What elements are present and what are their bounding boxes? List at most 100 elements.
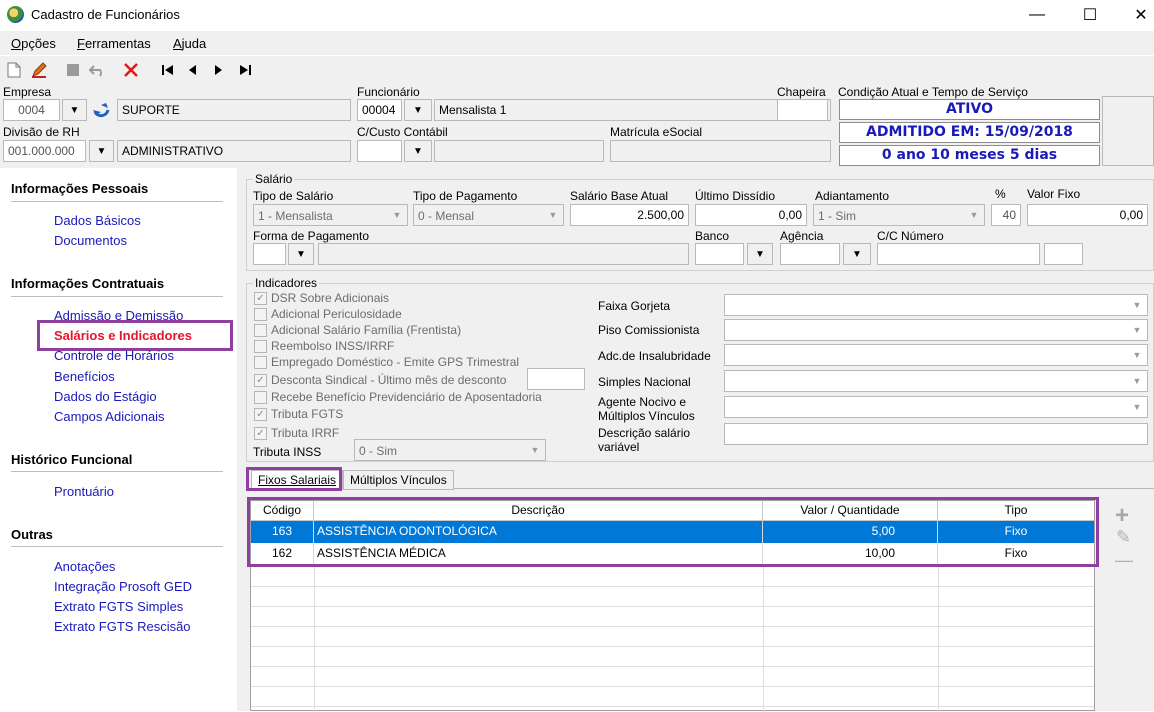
sidebar-item-salarios-indicadores[interactable]: Salários e Indicadores <box>54 328 192 343</box>
checkbox-dsr[interactable]: ✓ <box>254 292 267 305</box>
ccusto-input[interactable] <box>357 140 402 162</box>
sidebar-item-extrato-fgts-simples[interactable]: Extrato FGTS Simples <box>54 599 183 614</box>
cc-digito-input[interactable] <box>1044 243 1083 265</box>
piso-comissionista-label: Piso Comissionista <box>598 323 700 337</box>
checkbox-periculosidade[interactable] <box>254 308 267 321</box>
chevron-down-icon: ▼ <box>548 210 558 220</box>
descricao-salario-label-2: variável <box>598 440 640 454</box>
indicadores-group-title: Indicadores <box>253 276 320 290</box>
tipo-pagamento-label: Tipo de Pagamento <box>413 189 518 203</box>
pct-label: % <box>995 187 1006 201</box>
forma-pagamento-dropdown-button[interactable]: ▼ <box>288 243 314 265</box>
menu-ferramentas-label: erramentas <box>84 36 151 51</box>
divisao-dropdown-button[interactable]: ▼ <box>89 140 114 162</box>
empresa-dropdown-button[interactable]: ▼ <box>62 99 87 121</box>
valor-fixo-label: Valor Fixo <box>1027 187 1081 201</box>
sidebar-item-dados-estagio[interactable]: Dados do Estágio <box>54 389 157 404</box>
last-record-icon[interactable] <box>235 60 255 80</box>
empty-row <box>251 647 1094 667</box>
checkbox-reembolso[interactable] <box>254 340 267 353</box>
chapeira-input[interactable] <box>777 99 828 121</box>
cc-numero-input[interactable] <box>877 243 1040 265</box>
tipo-pagamento-select[interactable]: 0 - Mensal ▼ <box>413 204 564 226</box>
checkbox-empregado-domestico[interactable] <box>254 356 267 369</box>
sidebar-item-controle-horarios[interactable]: Controle de Horários <box>54 348 174 363</box>
delete-icon[interactable] <box>121 60 141 80</box>
checkbox-tributa-irrf[interactable]: ✓ <box>254 427 267 440</box>
checkbox-salario-familia-label: Adicional Salário Família (Frentista) <box>271 323 462 337</box>
sidebar-item-integracao-ged[interactable]: Integração Prosoft GED <box>54 579 192 594</box>
tipo-pagamento-value: 0 - Mensal <box>418 209 475 223</box>
funcionario-dropdown-button[interactable]: ▼ <box>404 99 432 121</box>
cc-label: C/C Número <box>877 229 944 243</box>
undo-icon[interactable] <box>88 60 108 80</box>
window-title: Cadastro de Funcionários <box>31 7 180 22</box>
empresa-code-input[interactable]: 0004 <box>3 99 60 121</box>
adiantamento-select[interactable]: 1 - Sim ▼ <box>813 204 985 226</box>
first-record-icon[interactable] <box>158 60 178 80</box>
banco-dropdown-button[interactable]: ▼ <box>747 243 773 265</box>
insalubridade-select[interactable]: ▼ <box>724 344 1148 366</box>
salario-base-input[interactable]: 2.500,00 <box>570 204 689 226</box>
banco-input[interactable] <box>695 243 744 265</box>
agencia-dropdown-button[interactable]: ▼ <box>843 243 871 265</box>
checkbox-tributa-fgts[interactable]: ✓ <box>254 408 267 421</box>
edit-icon[interactable]: ✎ <box>1116 527 1131 548</box>
sidebar-item-beneficios[interactable]: Benefícios <box>54 369 115 384</box>
agente-nocivo-select[interactable]: ▼ <box>724 396 1148 418</box>
previous-record-icon[interactable] <box>183 60 203 80</box>
forma-pagamento-input[interactable] <box>253 243 286 265</box>
tab-multiplos-vinculos[interactable]: Múltiplos Vínculos <box>343 470 454 490</box>
add-icon[interactable]: + <box>1115 502 1129 530</box>
simples-nacional-select[interactable]: ▼ <box>724 370 1148 392</box>
menu-opcoes[interactable]: Opções <box>11 36 56 51</box>
checkbox-salario-familia[interactable] <box>254 324 267 337</box>
banco-label: Banco <box>695 229 730 243</box>
chevron-down-icon: ▼ <box>1132 376 1142 386</box>
funcionario-code-input[interactable]: 00004 <box>357 99 402 121</box>
tipo-salario-label: Tipo de Salário <box>253 189 334 203</box>
empresa-label: Empresa <box>3 85 52 99</box>
menu-ajuda[interactable]: Ajuda <box>173 36 206 51</box>
photo-frame[interactable] <box>1102 96 1154 166</box>
save-icon[interactable] <box>63 60 83 80</box>
empresa-name-field: SUPORTE <box>117 99 351 121</box>
checkbox-aposentadoria[interactable] <box>254 391 267 404</box>
chevron-down-icon: ▼ <box>530 445 540 455</box>
minimize-button[interactable]: — <box>1014 2 1060 28</box>
tipo-salario-select[interactable]: 1 - Mensalista ▼ <box>253 204 408 226</box>
maximize-button[interactable]: ☐ <box>1067 2 1113 28</box>
piso-comissionista-select[interactable]: ▼ <box>724 319 1148 341</box>
edit-pencil-icon[interactable] <box>29 60 49 80</box>
sidebar-item-extrato-fgts-rescisao[interactable]: Extrato FGTS Rescisão <box>54 619 191 634</box>
remove-icon[interactable]: — <box>1115 550 1133 571</box>
section-divider <box>11 471 223 472</box>
sidebar-item-campos-adicionais[interactable]: Campos Adicionais <box>54 409 165 424</box>
menu-ferramentas[interactable]: Ferramentas <box>77 36 151 51</box>
sidebar-item-documentos[interactable]: Documentos <box>54 233 127 248</box>
new-document-icon[interactable] <box>4 60 24 80</box>
checkbox-desconta-sindical[interactable]: ✓ <box>254 374 267 387</box>
pct-input[interactable]: 40 <box>991 204 1021 226</box>
faixa-gorjeta-select[interactable]: ▼ <box>724 294 1148 316</box>
menu-opcoes-label: pções <box>21 36 56 51</box>
app-icon <box>7 6 24 23</box>
valor-fixo-input[interactable]: 0,00 <box>1027 204 1148 226</box>
next-record-icon[interactable] <box>208 60 228 80</box>
adiantamento-value: 1 - Sim <box>818 209 857 223</box>
ultimo-dissidio-input[interactable]: 0,00 <box>695 204 807 226</box>
sidebar-item-dados-basicos[interactable]: Dados Básicos <box>54 213 141 228</box>
refresh-icon[interactable] <box>91 100 113 120</box>
sidebar-item-prontuario[interactable]: Prontuário <box>54 484 114 499</box>
close-button[interactable]: ✕ <box>1118 2 1154 28</box>
tributa-inss-select[interactable]: 0 - Sim ▼ <box>354 439 546 461</box>
status-badge: ATIVO <box>839 99 1100 120</box>
tributa-inss-label: Tributa INSS <box>253 445 322 459</box>
service-time-display: 0 ano 10 meses 5 dias <box>839 145 1100 166</box>
divisao-code-input[interactable]: 001.000.000 <box>3 140 86 162</box>
ultimo-mes-desconto-input[interactable] <box>527 368 585 390</box>
ccusto-dropdown-button[interactable]: ▼ <box>404 140 432 162</box>
descricao-salario-input[interactable] <box>724 423 1148 445</box>
sidebar-item-anotacoes[interactable]: Anotações <box>54 559 115 574</box>
agencia-input[interactable] <box>780 243 840 265</box>
